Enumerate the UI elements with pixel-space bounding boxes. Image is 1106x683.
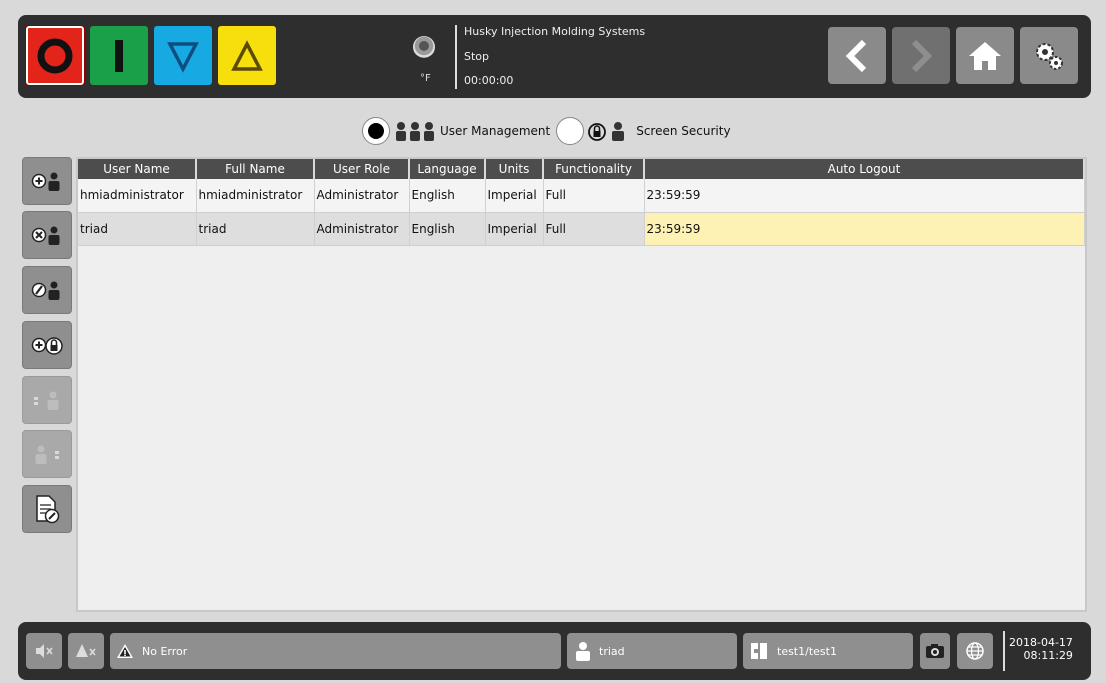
- cell-full-name: triad: [196, 212, 315, 246]
- cell-units: Imperial: [485, 212, 544, 246]
- cycle-timer: 00:00:00: [464, 74, 514, 87]
- column-header-units[interactable]: Units: [485, 159, 544, 179]
- transfer-left-icon: [34, 391, 59, 410]
- report-edit-button[interactable]: [22, 485, 72, 533]
- stop-motor-button[interactable]: [25, 25, 85, 86]
- cell-language: English: [409, 212, 486, 246]
- triangle-down-icon: [167, 41, 199, 73]
- triangle-up-icon: [231, 39, 263, 71]
- cell-user-role: Administrator: [314, 179, 410, 213]
- top-bar: °F Husky Injection Molding Systems Stop …: [18, 15, 1091, 98]
- datetime-divider: [1003, 631, 1005, 671]
- column-header-user-name[interactable]: User Name: [78, 159, 197, 179]
- column-header-auto-logout[interactable]: Auto Logout: [644, 159, 1085, 179]
- cell-full-name: hmiadministrator: [196, 179, 315, 213]
- current-time: 08:11:29: [1023, 649, 1073, 662]
- warning-icon: [117, 644, 133, 658]
- screenshot-button[interactable]: [920, 633, 950, 669]
- lock-user-icon: [588, 122, 625, 141]
- mold-name: test1/test1: [777, 644, 837, 658]
- add-security-button[interactable]: [22, 321, 72, 369]
- table-row[interactable]: triad triad Administrator English Imperi…: [78, 212, 1085, 246]
- datetime-display: 2018-04-17 08:11:29: [1009, 636, 1073, 662]
- user-icon: [576, 642, 590, 661]
- gears-icon: [1036, 42, 1063, 70]
- error-display[interactable]: No Error: [110, 633, 561, 669]
- temperature-unit: °F: [420, 73, 431, 84]
- chevron-right-icon: [911, 39, 933, 72]
- settings-button[interactable]: [1020, 27, 1078, 84]
- table-header-row: User Name Full Name User Role Language U…: [78, 159, 1085, 179]
- users-group-icon: [396, 122, 434, 141]
- current-user-name: triad: [599, 644, 625, 658]
- cell-auto-logout: 23:59:59: [644, 179, 1085, 213]
- table-row[interactable]: hmiadministrator hmiadministrator Admini…: [78, 179, 1085, 213]
- mode-selector: User Management Screen Security: [362, 116, 733, 146]
- power-on-icon: [115, 39, 123, 72]
- add-user-icon: [31, 172, 60, 191]
- status-lamp-icon: [413, 36, 435, 58]
- language-button[interactable]: [957, 633, 993, 669]
- circle-stop-icon: [37, 38, 73, 73]
- remove-user-icon: [31, 226, 60, 245]
- cell-functionality: Full: [543, 212, 645, 246]
- system-name: Husky Injection Molding Systems: [464, 25, 646, 38]
- alarm-clear-icon: [76, 644, 96, 657]
- speaker-mute-icon: [36, 644, 53, 658]
- move-right-button[interactable]: [22, 430, 72, 478]
- transfer-right-icon: [35, 445, 59, 464]
- cell-functionality: Full: [543, 179, 645, 213]
- cell-user-name: triad: [78, 212, 197, 246]
- mold-display[interactable]: test1/test1: [743, 633, 913, 669]
- move-left-button[interactable]: [22, 376, 72, 424]
- user-management-radio[interactable]: [362, 117, 390, 145]
- edit-user-button[interactable]: [22, 266, 72, 314]
- raise-button[interactable]: [218, 26, 276, 85]
- current-user-display[interactable]: triad: [567, 633, 737, 669]
- home-button[interactable]: [956, 27, 1014, 84]
- chevron-left-icon: [845, 39, 867, 72]
- cell-auto-logout[interactable]: 23:59:59: [644, 212, 1085, 246]
- alarm-reset-button[interactable]: [68, 633, 104, 669]
- error-text: No Error: [142, 644, 188, 658]
- document-edit-icon: [36, 495, 60, 524]
- cell-user-name: hmiadministrator: [78, 179, 197, 213]
- status-bar: No Error triad test1/test1 2018-04-17 08…: [18, 622, 1091, 680]
- lower-button[interactable]: [154, 26, 212, 85]
- cell-language: English: [409, 179, 486, 213]
- edit-user-icon: [31, 281, 60, 300]
- user-management-label: User Management: [440, 124, 551, 138]
- column-header-functionality[interactable]: Functionality: [543, 159, 645, 179]
- header-divider: [455, 25, 457, 89]
- cell-units: Imperial: [485, 179, 544, 213]
- back-button[interactable]: [828, 27, 886, 84]
- start-motor-button[interactable]: [90, 26, 148, 85]
- column-header-full-name[interactable]: Full Name: [196, 159, 315, 179]
- screen-security-label: Screen Security: [636, 124, 731, 138]
- globe-icon: [966, 642, 984, 660]
- delete-user-button[interactable]: [22, 211, 72, 259]
- user-table: User Name Full Name User Role Language U…: [76, 157, 1087, 612]
- column-header-user-role[interactable]: User Role: [314, 159, 410, 179]
- mute-button[interactable]: [26, 633, 62, 669]
- machine-status: Stop: [464, 50, 490, 63]
- add-user-button[interactable]: [22, 157, 72, 205]
- add-lock-icon: [31, 337, 63, 355]
- camera-icon: [926, 644, 944, 658]
- forward-button[interactable]: [892, 27, 950, 84]
- cell-user-role: Administrator: [314, 212, 410, 246]
- mold-icon: [751, 643, 767, 659]
- home-icon: [969, 41, 1001, 70]
- current-date: 2018-04-17: [1009, 636, 1073, 649]
- column-header-language[interactable]: Language: [409, 159, 486, 179]
- screen-security-radio[interactable]: [556, 117, 585, 145]
